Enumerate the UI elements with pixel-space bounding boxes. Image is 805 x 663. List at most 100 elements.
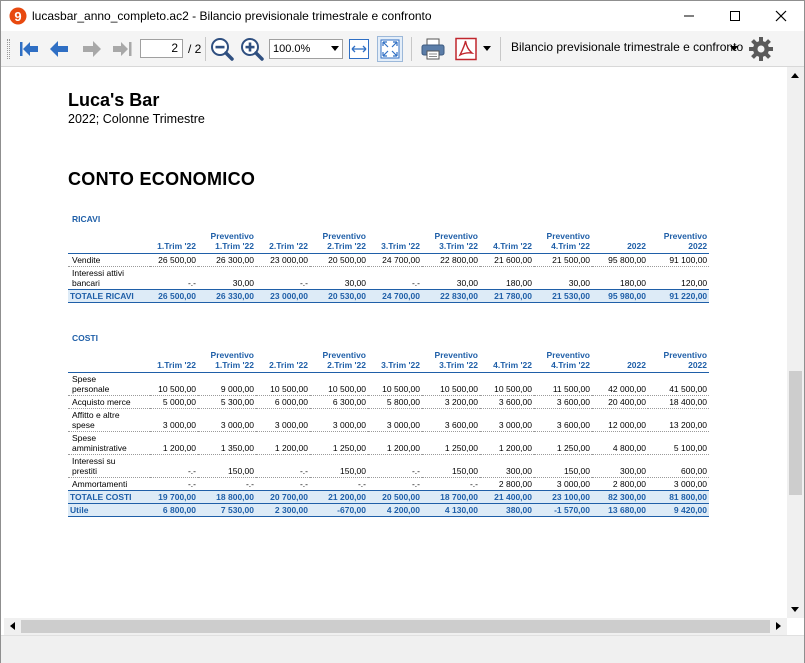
column-header: 2022 [592,230,648,254]
status-bar [1,635,804,663]
horizontal-scrollbar[interactable] [4,618,787,635]
printer-icon [421,38,445,60]
scroll-down-button[interactable] [787,601,804,618]
settings-button[interactable] [746,35,776,63]
total-value: 21 780,00 [480,289,534,303]
report-selector[interactable]: Bilancio previsionale trimestrale e conf… [511,40,743,54]
section-caption-row: RICAVI [68,213,709,230]
report-subtitle: 2022; Colonne Trimestre [68,112,205,126]
column-header: 1.Trim '22 [150,230,198,254]
chevron-down-icon [331,46,339,51]
cell-value: -.- [310,477,368,491]
cell-value: 3 000,00 [150,408,198,432]
page-number-input[interactable]: 2 [140,39,183,58]
cell-value: 3 000,00 [480,408,534,432]
scroll-left-button[interactable] [4,618,21,635]
gear-icon [749,37,773,61]
toolbar-separator [205,37,206,61]
cell-value: 10 500,00 [310,372,368,396]
section-caption-row: COSTI [68,332,709,349]
scroll-up-button[interactable] [787,67,804,84]
cell-value: 3 000,00 [534,477,592,491]
cell-value: 3 000,00 [256,408,310,432]
zoom-in-button[interactable] [239,35,265,63]
cell-value: 9 000,00 [198,372,256,396]
first-page-button[interactable] [15,35,43,63]
cell-value: 3 200,00 [422,395,480,409]
column-header: Preventivo 3.Trim '22 [422,349,480,373]
horizontal-scroll-thumb[interactable] [21,620,770,633]
column-header: 4.Trim '22 [480,349,534,373]
cell-value: 30,00 [534,266,592,290]
column-header: Preventivo 4.Trim '22 [534,230,592,254]
utile-value: -1 570,00 [534,503,592,517]
cell-value: 120,00 [648,266,710,290]
close-button[interactable] [758,1,804,31]
costi-table: COSTI 1.Trim '22 Preventivo 1.Trim '22 2.Tri… [68,332,710,517]
column-header-blank [68,349,150,373]
cell-value: 42 000,00 [592,372,648,396]
toolbar-separator [411,37,412,61]
cell-value: 3 600,00 [534,395,592,409]
total-value: 24 700,00 [368,289,422,303]
total-value: 18 800,00 [198,490,256,504]
utile-value: -670,00 [310,503,368,517]
row-label: Spese personale [68,372,150,396]
ricavi-table: RICAVI 1.Trim '22 Preventivo 1.Trim '22 2.Tr… [68,213,710,303]
total-value: 91 220,00 [648,289,710,303]
maximize-icon [730,11,740,21]
table-row: Ammortamenti -.- -.- -.- -.- -.- -.- 2 800,00 3 … [68,477,710,491]
title-bar: 9 lucasbar_anno_completo.ac2 - Bilancio … [1,1,804,31]
zoom-dropdown[interactable]: 100.0% [269,39,343,59]
column-header: 1.Trim '22 [150,349,198,373]
fit-width-button[interactable] [347,35,371,63]
vertical-scroll-thumb[interactable] [789,371,802,495]
print-button[interactable] [419,35,447,63]
cell-value: 150,00 [422,454,480,478]
zoom-out-button[interactable] [209,35,235,63]
column-header-blank [68,230,150,254]
app-window: 9 lucasbar_anno_completo.ac2 - Bilancio … [0,0,805,663]
minimize-button[interactable] [666,1,712,31]
fit-page-icon [380,39,400,59]
utile-value: 6 800,00 [150,503,198,517]
cell-value: 30,00 [422,266,480,290]
export-pdf-button[interactable] [452,35,480,63]
cell-value: 4 800,00 [592,431,648,455]
row-label: Affitto e altre spese [68,408,150,432]
cell-value: 10 500,00 [422,372,480,396]
fit-page-button[interactable] [377,36,403,62]
column-header: 3.Trim '22 [368,230,422,254]
vertical-scrollbar[interactable] [787,67,804,618]
cell-value: -.- [198,477,256,491]
minimize-icon [684,15,694,17]
zoom-in-icon [241,38,264,61]
total-row: TOTALE RICAVI 26 500,00 26 330,00 23 000,00… [68,289,710,303]
column-header: 2.Trim '22 [256,230,310,254]
toolbar-separator [500,37,501,61]
row-label: Ammortamenti [68,477,150,491]
maximize-button[interactable] [712,1,758,31]
utile-value: 9 420,00 [648,503,710,517]
total-row: TOTALE COSTI 19 700,00 18 800,00 20 700,00 2… [68,490,710,504]
column-header: 3.Trim '22 [368,349,422,373]
cell-value: 2 800,00 [480,477,534,491]
column-header-row: 1.Trim '22 Preventivo 1.Trim '22 2.Trim '22… [68,230,710,254]
scroll-right-button[interactable] [770,618,787,635]
close-icon [775,10,787,22]
cell-value: 1 200,00 [368,431,422,455]
report-selector-dropdown[interactable] [727,35,741,63]
cell-value: 1 350,00 [198,431,256,455]
column-header: 2022 [592,349,648,373]
last-page-button[interactable] [108,35,136,63]
table-row: Affitto e altre spese 3 000,00 3 000,00 3 00… [68,408,710,432]
pdf-options-dropdown[interactable] [481,35,493,63]
app-logo-icon: 9 [9,7,27,25]
fit-width-icon [349,39,369,59]
total-value: 26 330,00 [198,289,256,303]
previous-page-button[interactable] [45,35,73,63]
next-page-button[interactable] [78,35,106,63]
cell-value: 11 500,00 [534,372,592,396]
arrow-left-icon [50,41,68,57]
total-label: TOTALE COSTI [68,490,150,504]
